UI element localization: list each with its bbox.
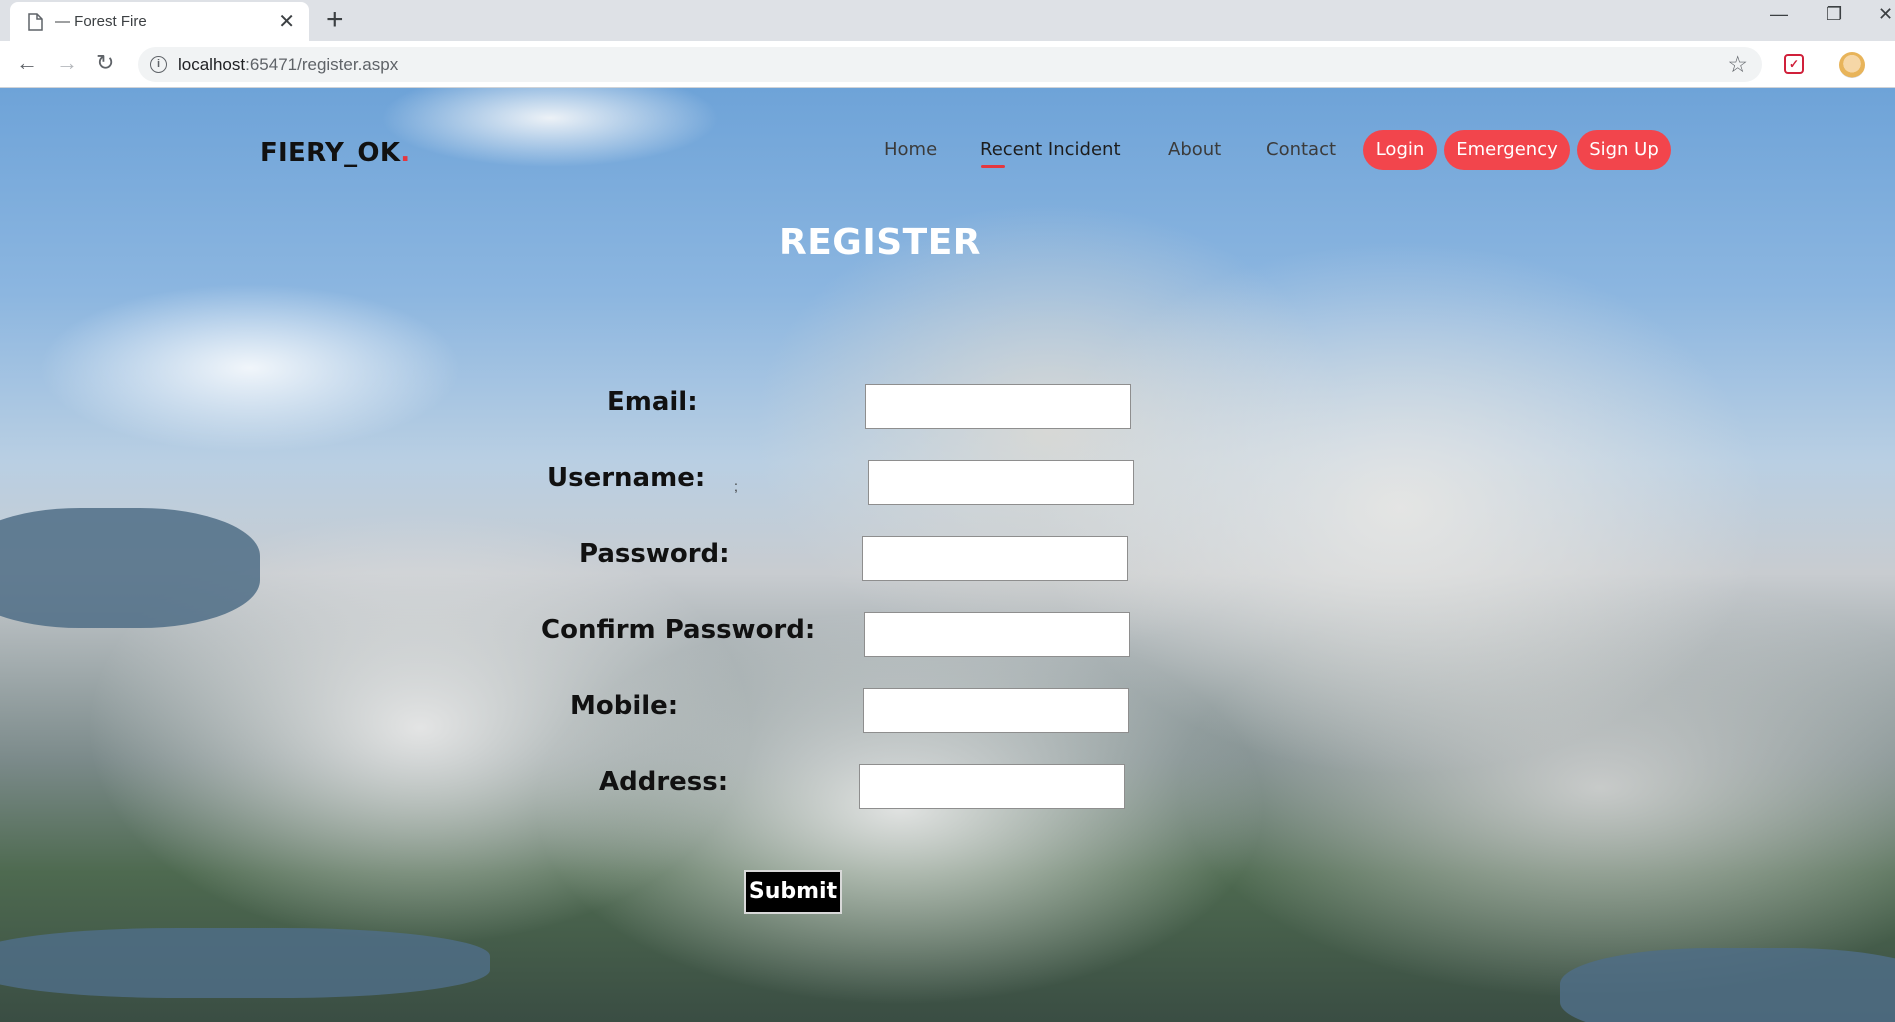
tab-title: — Forest Fire	[55, 13, 147, 30]
address-label: Address:	[599, 767, 729, 797]
browser-menu-icon[interactable]: ⋮	[1886, 43, 1895, 65]
emergency-button[interactable]: Emergency	[1444, 130, 1570, 170]
bookmark-star-icon[interactable]: ☆	[1727, 51, 1748, 78]
new-tab-button[interactable]: +	[326, 5, 344, 35]
stray-character: ;	[734, 478, 738, 494]
nav-home[interactable]: Home	[884, 139, 937, 160]
nav-about[interactable]: About	[1168, 139, 1221, 160]
url-path: :65471/register.aspx	[245, 55, 399, 74]
nav-contact[interactable]: Contact	[1266, 139, 1336, 160]
page-icon	[28, 12, 43, 31]
minimize-window-button[interactable]: —	[1770, 4, 1788, 25]
email-label: Email:	[607, 387, 698, 417]
username-label: Username:	[547, 463, 706, 493]
password-label: Password:	[579, 539, 730, 569]
pocket-extension-icon[interactable]: ✓	[1784, 54, 1804, 74]
main-navigation: Home Recent Incident About Contact Login…	[0, 130, 1895, 170]
background-lake	[0, 508, 260, 628]
back-arrow-icon[interactable]: ←	[16, 51, 38, 75]
sign-up-button[interactable]: Sign Up	[1577, 130, 1671, 170]
confirm-password-label: Confirm Password:	[541, 615, 816, 645]
browser-toolbar: ← → ↻ i localhost:65471/register.aspx ☆ …	[0, 41, 1895, 88]
forward-arrow-icon[interactable]: →	[56, 51, 78, 75]
submit-button[interactable]: Submit	[744, 870, 842, 914]
close-tab-icon[interactable]: ✕	[278, 12, 295, 32]
page-title: REGISTER	[778, 222, 982, 263]
url-host: localhost	[178, 55, 246, 74]
reload-icon[interactable]: ↻	[96, 51, 114, 75]
nav-recent-incident[interactable]: Recent Incident	[980, 139, 1121, 160]
email-field[interactable]	[865, 384, 1131, 429]
background-lake	[1560, 948, 1895, 1022]
password-field[interactable]	[862, 536, 1128, 581]
address-bar[interactable]: i localhost:65471/register.aspx ☆	[138, 47, 1762, 82]
address-field[interactable]	[859, 764, 1125, 809]
mobile-label: Mobile:	[570, 691, 679, 721]
url-text: localhost:65471/register.aspx	[178, 55, 398, 75]
profile-avatar[interactable]	[1839, 52, 1865, 78]
mobile-field[interactable]	[863, 688, 1129, 733]
username-field[interactable]	[868, 460, 1134, 505]
login-button[interactable]: Login	[1363, 130, 1437, 170]
browser-tab-strip: — Forest Fire ✕ + — ❐ ✕	[0, 0, 1895, 41]
browser-tab[interactable]: — Forest Fire ✕	[10, 2, 309, 41]
background-lake	[0, 928, 490, 998]
site-info-icon[interactable]: i	[150, 56, 167, 73]
close-window-button[interactable]: ✕	[1878, 4, 1893, 25]
page-viewport: FIERY_OK. Home Recent Incident About Con…	[0, 88, 1895, 1022]
confirm-password-field[interactable]	[864, 612, 1130, 657]
active-nav-indicator	[981, 165, 1005, 168]
restore-window-button[interactable]: ❐	[1826, 4, 1842, 25]
